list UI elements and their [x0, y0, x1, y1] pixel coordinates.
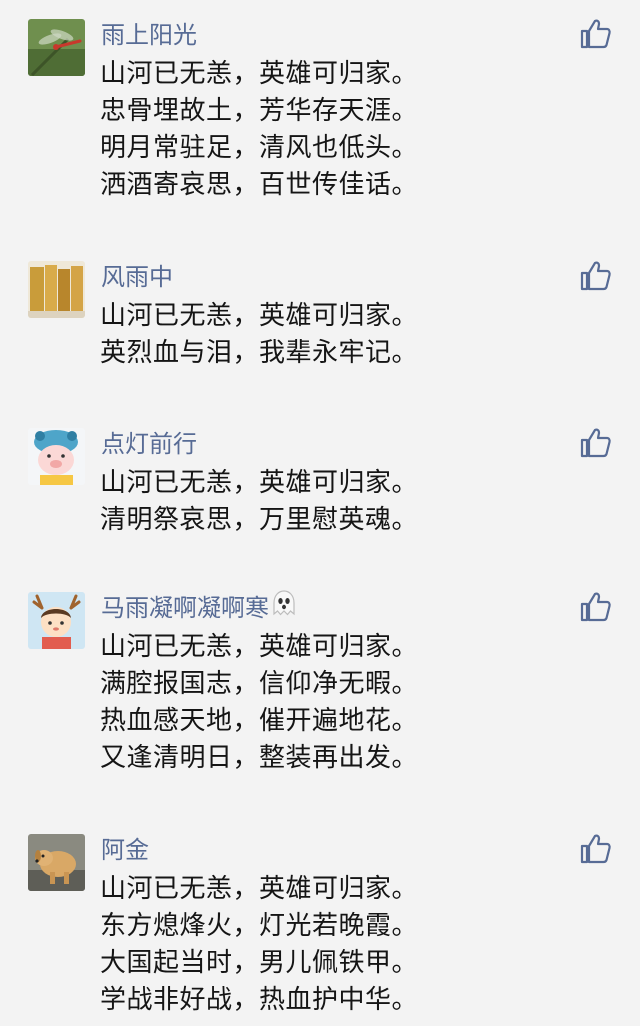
nickname[interactable]: 风雨中: [101, 260, 173, 294]
comment-line: 忠骨埋故土，芳华存天涯。: [100, 96, 419, 126]
comment-line: 山河已无恙，英雄可归家。: [100, 301, 419, 331]
comment-line: 洒酒寄哀思，百世传佳话。: [100, 170, 419, 200]
thumbs-up-icon: [580, 592, 611, 622]
nickname[interactable]: 点灯前行: [101, 427, 197, 461]
comment-line: 明月常驻足，清风也低头。: [100, 133, 419, 163]
comment-content: 山河已无恙，英雄可归家。 忠骨埋故土，芳华存天涯。 明月常驻足，清风也低头。 洒…: [100, 56, 418, 204]
comment-content: 山河已无恙，英雄可归家。 满腔报国志，信仰净无暇。 热血感天地，催开遍地花。 又…: [100, 629, 418, 777]
dragonfly-avatar-icon[interactable]: [28, 19, 85, 76]
like-button[interactable]: [578, 832, 612, 866]
books-avatar-icon[interactable]: [28, 261, 85, 318]
like-button[interactable]: [578, 259, 612, 293]
thumbs-up-icon: [580, 261, 611, 291]
thumbs-up-icon: [580, 19, 611, 49]
comment-line: 清明祭哀思，万里慰英魂。: [100, 505, 419, 535]
comment-line: 东方熄烽火，灯光若晚霞。: [100, 911, 419, 941]
like-button[interactable]: [578, 17, 612, 51]
comment-line: 山河已无恙，英雄可归家。: [100, 874, 419, 904]
comment-content: 山河已无恙，英雄可归家。 东方熄烽火，灯光若晚霞。 大国起当时，男儿佩铁甲。 学…: [100, 871, 418, 1019]
comment-line: 英烈血与泪，我辈永牢记。: [100, 338, 419, 368]
comment-line: 山河已无恙，英雄可归家。: [100, 59, 419, 89]
comment-content: 山河已无恙，英雄可归家。 清明祭哀思，万里慰英魂。: [100, 465, 418, 539]
comment-line: 又逢清明日，整装再出发。: [100, 743, 419, 773]
comment-line: 学战非好战，热血护中华。: [100, 985, 419, 1015]
nickname[interactable]: 阿金: [101, 833, 149, 867]
comment-content: 山河已无恙，英雄可归家。 英烈血与泪，我辈永牢记。: [100, 298, 418, 372]
comment-line: 热血感天地，催开遍地花。: [100, 706, 419, 736]
nickname[interactable]: 马雨凝啊凝啊寒: [101, 589, 297, 626]
cartoon-pig-avatar-icon[interactable]: [28, 428, 85, 485]
comment-list: 雨上阳光 山河已无恙，英雄可归家。 忠骨埋故土，芳华存天涯。 明月常驻足，清风也…: [0, 0, 640, 1026]
like-button[interactable]: [578, 426, 612, 460]
ghost-emoji-icon: [271, 589, 297, 626]
thumbs-up-icon: [580, 428, 611, 458]
cartoon-kid-antlers-avatar-icon[interactable]: [28, 592, 85, 649]
comment-line: 大国起当时，男儿佩铁甲。: [100, 948, 419, 978]
comment-line: 山河已无恙，英雄可归家。: [100, 632, 419, 662]
comment-line: 山河已无恙，英雄可归家。: [100, 468, 419, 498]
like-button[interactable]: [578, 590, 612, 624]
dog-avatar-icon[interactable]: [28, 834, 85, 891]
nickname-text: 马雨凝啊凝啊寒: [101, 594, 269, 622]
comment-line: 满腔报国志，信仰净无暇。: [100, 669, 419, 699]
thumbs-up-icon: [580, 834, 611, 864]
nickname[interactable]: 雨上阳光: [101, 18, 197, 52]
